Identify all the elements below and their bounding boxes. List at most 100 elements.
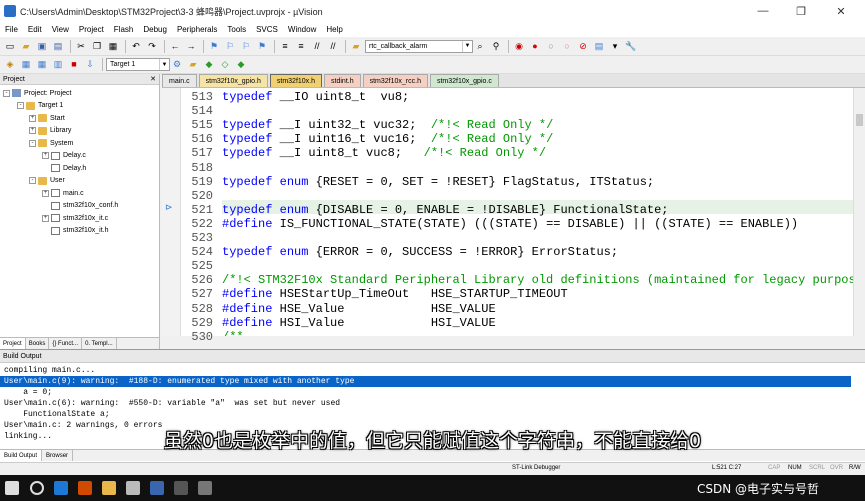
menu-tools[interactable]: Tools [222,25,251,34]
tree-node[interactable]: + Library [29,125,71,137]
compile-icon[interactable]: ◈ [3,58,17,72]
editor-tab-active[interactable]: stm32f10x.h [269,74,323,87]
save-all-icon[interactable]: ▤ [51,39,65,53]
new-file-icon[interactable]: ▭ [3,39,17,53]
build-output-line[interactable]: compiling main.c... [4,365,95,376]
app-icon[interactable] [126,481,140,495]
nav-back-icon[interactable]: ← [168,39,182,53]
target-combo[interactable]: Target 1 ▼ [106,58,170,71]
indent-icon[interactable]: ≡ [278,39,292,53]
file-explorer-icon[interactable] [102,481,116,495]
configure-icon[interactable]: 🔧 [624,39,638,53]
find-in-files-icon[interactable]: ▰ [349,39,363,53]
manage-components-icon[interactable]: ◆ [202,58,216,72]
debug-start-icon[interactable]: ◉ [512,39,526,53]
scrollbar-thumb[interactable] [856,114,863,126]
editor-tab[interactable]: stm32f10x_gpio.h [198,74,268,87]
menu-edit[interactable]: Edit [23,25,47,34]
restore-button[interactable]: ❐ [782,0,820,22]
kill-breakpoints-icon[interactable]: ⊘ [576,39,590,53]
menu-view[interactable]: View [47,25,74,34]
rebuild-icon[interactable]: ▦ [35,58,49,72]
breakpoint-icon[interactable]: ● [528,39,542,53]
expand-icon[interactable]: + [42,152,49,159]
open-folder-icon[interactable]: ▰ [19,39,33,53]
menu-file[interactable]: File [0,25,23,34]
paste-icon[interactable]: ▦ [106,39,120,53]
file-extensions-icon[interactable]: ▰ [186,58,200,72]
menu-help[interactable]: Help [321,25,347,34]
editor-gutter[interactable]: ⊳ [162,88,181,336]
app-icon[interactable] [174,481,188,495]
disable-breakpoint-icon[interactable]: ○ [544,39,558,53]
window-layout-dropdown-icon[interactable]: ▾ [608,39,622,53]
close-button[interactable]: ✕ [822,0,860,22]
tab-templates[interactable]: 0. Templ... [82,338,117,349]
incremental-find-icon[interactable]: ⚲ [489,39,503,53]
app-icon[interactable] [198,481,212,495]
build-output-line[interactable]: a = 0; [4,387,52,398]
tab-project[interactable]: Project [0,338,26,349]
disable-all-breakpoints-icon[interactable]: ○ [560,39,574,53]
comment-icon[interactable]: // [310,39,324,53]
tree-node[interactable]: - Target 1 [17,100,63,112]
target-options-icon[interactable]: ⚙ [170,58,184,72]
download-icon[interactable]: ⇩ [83,58,97,72]
uncomment-icon[interactable]: // [326,39,340,53]
editor-tab[interactable]: stm32f10x_gpio.c [429,74,499,87]
stop-build-icon[interactable]: ■ [67,58,81,72]
build-output-line[interactable]: FunctionalState a; [4,409,109,420]
collapse-icon[interactable]: - [3,89,10,97]
find-icon[interactable]: ⌕ [473,39,487,53]
collapse-icon[interactable]: - [29,177,36,184]
editor-vertical-scrollbar[interactable] [853,88,865,336]
collapse-icon[interactable]: - [29,139,36,147]
rte-icon[interactable]: ◆ [234,58,248,72]
tree-node[interactable]: - System [29,137,73,149]
start-icon[interactable] [5,481,19,495]
keil-icon[interactable] [150,481,164,495]
build-icon[interactable]: ▦ [19,58,33,72]
bookmark-icon[interactable]: ⚑ [207,39,221,53]
code-area[interactable]: typedef __IO uint8_t vu8; typedef __I uin… [222,88,853,336]
edge-icon[interactable] [54,481,68,495]
tree-node[interactable]: stm32f10x_conf.h [51,200,118,212]
tree-node[interactable]: - User [29,175,65,187]
build-output-line[interactable]: User\main.c(9): warning: #188-D: enumera… [4,376,354,387]
tab-books[interactable]: Books [26,338,50,349]
find-combo[interactable]: rtc_callback_alarm ▼ [365,39,473,53]
tab-functions[interactable]: {} Funct... [49,338,83,349]
copy-icon[interactable]: ❐ [90,39,104,53]
build-output-line[interactable]: User\main.c(6): warning: #550-D: variabl… [4,398,340,409]
clear-bookmarks-icon[interactable]: ⚑ [255,39,269,53]
code-editor[interactable]: ⊳ 513 514 515 516 517 518 519 520 521 522 523 524 52… [162,88,865,344]
prev-bookmark-icon[interactable]: ⚐ [223,39,237,53]
unindent-icon[interactable]: ≡ [294,39,308,53]
tree-node[interactable]: Delay.h [51,162,86,174]
expand-icon[interactable]: + [29,114,36,122]
undo-icon[interactable]: ↶ [129,39,143,53]
tree-node[interactable]: + Delay.c [42,150,86,162]
menu-flash[interactable]: Flash [109,25,139,34]
next-bookmark-icon[interactable]: ⚐ [239,39,253,53]
editor-tab[interactable]: stdint.h [324,74,361,87]
menu-debug[interactable]: Debug [138,25,172,34]
tree-node[interactable]: + Start [29,112,65,124]
editor-tab[interactable]: main.c [162,74,197,87]
nav-forward-icon[interactable]: → [184,39,198,53]
select-packs-icon[interactable]: ◇ [218,58,232,72]
tree-node[interactable]: + stm32f10x_it.c [42,212,108,224]
search-icon[interactable] [30,481,44,495]
cut-icon[interactable]: ✂ [74,39,88,53]
save-icon[interactable]: ▣ [35,39,49,53]
redo-icon[interactable]: ↷ [145,39,159,53]
menu-project[interactable]: Project [74,25,109,34]
expand-icon[interactable]: + [29,127,36,134]
expand-icon[interactable]: + [42,214,49,222]
powerpoint-icon[interactable] [78,481,92,495]
tree-node[interactable]: + main.c [42,187,84,199]
tree-node[interactable]: - Project: Project [3,87,71,99]
close-icon[interactable]: ✕ [150,75,156,83]
window-layout-icon[interactable]: ▤ [592,39,606,53]
menu-window[interactable]: Window [283,25,321,34]
